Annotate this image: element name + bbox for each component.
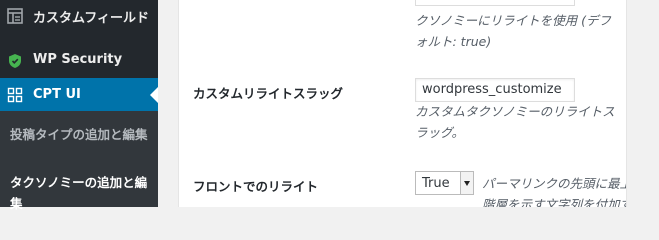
active-menu-arrow	[150, 87, 158, 103]
submenu-item-add-edit-taxonomies[interactable]: タクソノミーの追加と編集	[10, 172, 150, 214]
right-gutter	[626, 0, 659, 207]
cpt-ui-icon	[7, 87, 23, 103]
chevron-down-icon[interactable]	[460, 172, 473, 194]
front-rewrite-select[interactable]: True	[415, 171, 474, 195]
rewrite-select-partial[interactable]	[415, 0, 575, 6]
sidebar-item-cpt-ui[interactable]: CPT UI	[0, 78, 158, 111]
front-rewrite-selected-value: True	[422, 175, 450, 191]
cpt-ui-submenu: 投稿タイプの追加と編集 タクソノミーの追加と編集	[0, 111, 158, 211]
custom-rewrite-slug-input[interactable]: wordpress_customize	[415, 78, 575, 102]
settings-panel: クソノミーにリライトを使用 (デフォルト: true) カスタムリライトスラッグ…	[178, 0, 659, 207]
front-rewrite-label: フロントでのリライト	[193, 179, 319, 194]
sidebar-item-label: カスタムフィールド	[33, 11, 149, 26]
admin-sidebar: カスタムフィールド WP Security CPT UI 投稿タイプの追加と編集…	[0, 0, 158, 211]
custom-rewrite-slug-help: カスタムタクソノミーのリライトスラッグ。	[415, 104, 615, 140]
custom-fields-icon	[7, 8, 23, 24]
custom-rewrite-slug-label: カスタムリライトスラッグ	[193, 86, 344, 101]
submenu-item-add-edit-post-types[interactable]: 投稿タイプの追加と編集	[10, 124, 150, 145]
sidebar-item-wp-security[interactable]: WP Security	[0, 45, 158, 77]
rewrite-help-text: クソノミーにリライトを使用 (デフォルト: true)	[415, 13, 611, 49]
shield-icon	[7, 53, 23, 69]
sidebar-item-custom-fields[interactable]: カスタムフィールド	[0, 0, 158, 32]
sidebar-item-label: WP Security	[33, 52, 123, 67]
sidebar-item-label: CPT UI	[33, 87, 81, 102]
